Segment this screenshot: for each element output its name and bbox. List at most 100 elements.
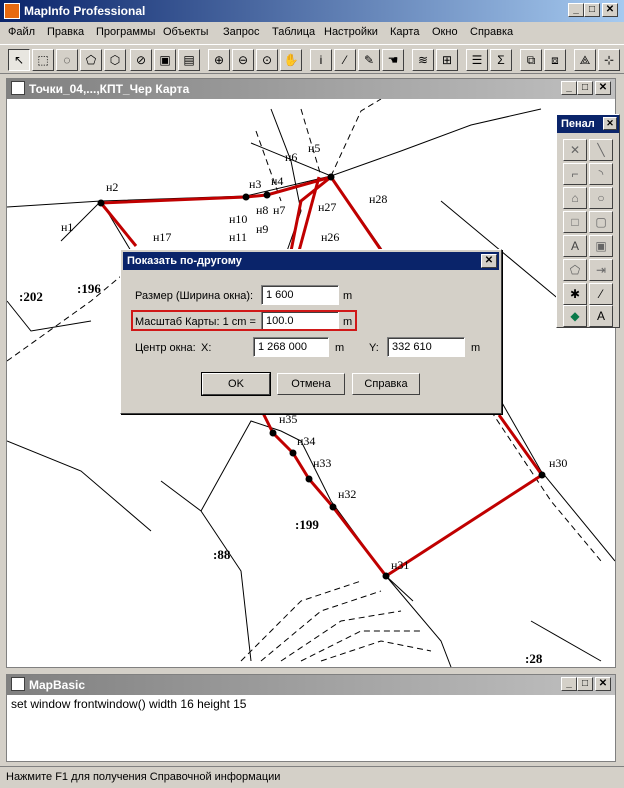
unselect-icon[interactable]: ⊘	[130, 49, 152, 71]
invert-select-icon[interactable]: ▤	[178, 49, 200, 71]
size-label: Размер (Ширина окна):	[135, 290, 254, 302]
cancel-button[interactable]: Отмена	[277, 373, 345, 395]
main-toolbar: ↖ ⬚ ◌ ⬠ ⬡ ⊘ ▣ ▤ ⊕ ⊖ ⊙ ✋ i ⁄ ✎ ☚ ≋ ⊞ ☰ Σ …	[0, 44, 624, 74]
rectangle-tool-icon[interactable]: □	[563, 211, 587, 233]
app-title-bar: MapInfo Professional _ □ ✕	[0, 0, 624, 22]
marquee-select-icon[interactable]: ⬚	[32, 49, 54, 71]
graph-select-icon[interactable]: ▣	[154, 49, 176, 71]
map-window-title-bar: Точки_04,...,КПТ_Чер Карта _ □ ✕	[7, 79, 615, 99]
size-input[interactable]: 1 600	[261, 285, 339, 305]
layer-control-icon[interactable]: ≋	[412, 49, 434, 71]
y-input[interactable]: 332 610	[387, 337, 465, 357]
menu-query[interactable]: Запрос	[223, 26, 259, 38]
rounded-rectangle-tool-icon[interactable]: ▢	[589, 211, 613, 233]
parcel-label: :196	[77, 281, 101, 296]
status-bar: Нажмите F1 для получения Справочной инфо…	[0, 766, 624, 788]
label-icon[interactable]: ✎	[358, 49, 380, 71]
status-text: Нажмите F1 для получения Справочной инфо…	[6, 771, 281, 783]
menu-table[interactable]: Таблица	[272, 26, 315, 38]
line-tool-icon[interactable]: ╲	[589, 139, 613, 161]
reshape-icon[interactable]: ⟁	[574, 49, 596, 71]
point-label: н28	[369, 192, 387, 206]
point-label: н2	[106, 180, 118, 194]
text-style-icon[interactable]: A	[589, 305, 613, 327]
point-label: н6	[285, 150, 297, 164]
palette-close-button[interactable]: ✕	[603, 117, 617, 130]
x-input[interactable]: 1 268 000	[253, 337, 329, 357]
map-close-button[interactable]: ✕	[595, 81, 611, 95]
menu-window[interactable]: Окно	[432, 26, 458, 38]
menu-help[interactable]: Справка	[470, 26, 513, 38]
size-unit: m	[343, 290, 353, 302]
map-window-title: Точки_04,...,КПТ_Чер Карта	[29, 82, 190, 96]
text-tool-icon[interactable]: A	[563, 235, 587, 257]
x-unit: m	[335, 342, 345, 354]
symbol-tool-icon[interactable]: ✕	[563, 139, 587, 161]
ruler-icon[interactable]: ⊞	[436, 49, 458, 71]
mapbasic-close-button[interactable]: ✕	[595, 677, 611, 691]
grabber-hand-icon[interactable]: ✋	[280, 49, 302, 71]
dialog-title: Показать по-другому	[127, 255, 242, 267]
menu-programs[interactable]: Программы	[96, 26, 155, 38]
ellipse-tool-icon[interactable]: ○	[589, 187, 613, 209]
dialog-title-bar: Показать по-другому ✕	[123, 252, 499, 270]
zoom-out-icon[interactable]: ⊖	[232, 49, 254, 71]
set-clip-icon[interactable]: ⧈	[544, 49, 566, 71]
radius-select-icon[interactable]: ◌	[56, 49, 78, 71]
menu-objects[interactable]: Объекты	[163, 26, 208, 38]
line-style-icon[interactable]: ⁄	[589, 283, 613, 305]
change-view-icon[interactable]: ⊙	[256, 49, 278, 71]
statistics-icon[interactable]: Σ	[490, 49, 512, 71]
mapbasic-maximize-button[interactable]: □	[577, 677, 593, 691]
point-label: н27	[318, 200, 336, 214]
tool-palette: Пенал ✕ ✕ ╲ ⌐ ◝ ⌂ ○ □ ▢ A ▣ ⬠ ⇥ ✱ ⁄ ◆ A	[556, 114, 620, 328]
boundary-select-icon[interactable]: ⬡	[104, 49, 126, 71]
zoom-in-icon[interactable]: ⊕	[208, 49, 230, 71]
symbol-style-icon[interactable]: ✱	[563, 283, 587, 305]
help-button[interactable]: Справка	[352, 373, 420, 395]
point-label: н4	[271, 174, 283, 188]
tool-palette-title: Пенал	[561, 118, 595, 130]
legend-icon[interactable]: ☰	[466, 49, 488, 71]
menu-file[interactable]: Файл	[8, 26, 35, 38]
select-arrow-icon[interactable]: ↖	[8, 49, 30, 71]
arc-tool-icon[interactable]: ◝	[589, 163, 613, 185]
menu-settings[interactable]: Настройки	[324, 26, 378, 38]
point-label: н35	[279, 412, 297, 426]
parcel-label: :28	[525, 651, 543, 666]
menu-edit[interactable]: Правка	[47, 26, 84, 38]
polyline-tool-icon[interactable]: ⌐	[563, 163, 587, 185]
polygon-select-icon[interactable]: ⬠	[80, 49, 102, 71]
mapbasic-command-text[interactable]: set window frontwindow() width 16 height…	[11, 697, 246, 711]
frame-tool-icon[interactable]: ▣	[589, 235, 613, 257]
mapbasic-minimize-button[interactable]: _	[561, 677, 577, 691]
region-style-icon[interactable]: ◆	[563, 305, 587, 327]
map-maximize-button[interactable]: □	[577, 81, 593, 95]
dialog-close-button[interactable]: ✕	[481, 254, 497, 268]
drag-window-icon[interactable]: ☚	[382, 49, 404, 71]
minimize-button[interactable]: _	[568, 3, 584, 17]
close-button[interactable]: ✕	[602, 3, 618, 17]
menu-map[interactable]: Карта	[390, 26, 419, 38]
point-label: н17	[153, 230, 171, 244]
app-title: MapInfo Professional	[24, 4, 146, 18]
point-label: н8	[256, 203, 268, 217]
point-label: н33	[313, 456, 331, 470]
point-label: н31	[391, 558, 409, 572]
point-label: н30	[549, 456, 567, 470]
add-node-tool-icon[interactable]: ⇥	[589, 259, 613, 281]
tool-palette-title-bar: Пенал ✕	[557, 115, 619, 133]
x-label: X:	[201, 342, 212, 354]
reshape-tool-icon[interactable]: ⬠	[563, 259, 587, 281]
clip-region-icon[interactable]: ⧉	[520, 49, 542, 71]
map-minimize-button[interactable]: _	[561, 81, 577, 95]
point-label: н32	[338, 487, 356, 501]
map-window-icon	[11, 81, 25, 95]
polygon-tool-icon[interactable]: ⌂	[563, 187, 587, 209]
point-label: н5	[308, 141, 320, 155]
info-icon[interactable]: i	[310, 49, 332, 71]
hotlink-icon[interactable]: ⁄	[334, 49, 356, 71]
maximize-button[interactable]: □	[584, 3, 600, 17]
ok-button[interactable]: OK	[201, 372, 271, 396]
add-node-icon[interactable]: ⊹	[598, 49, 620, 71]
